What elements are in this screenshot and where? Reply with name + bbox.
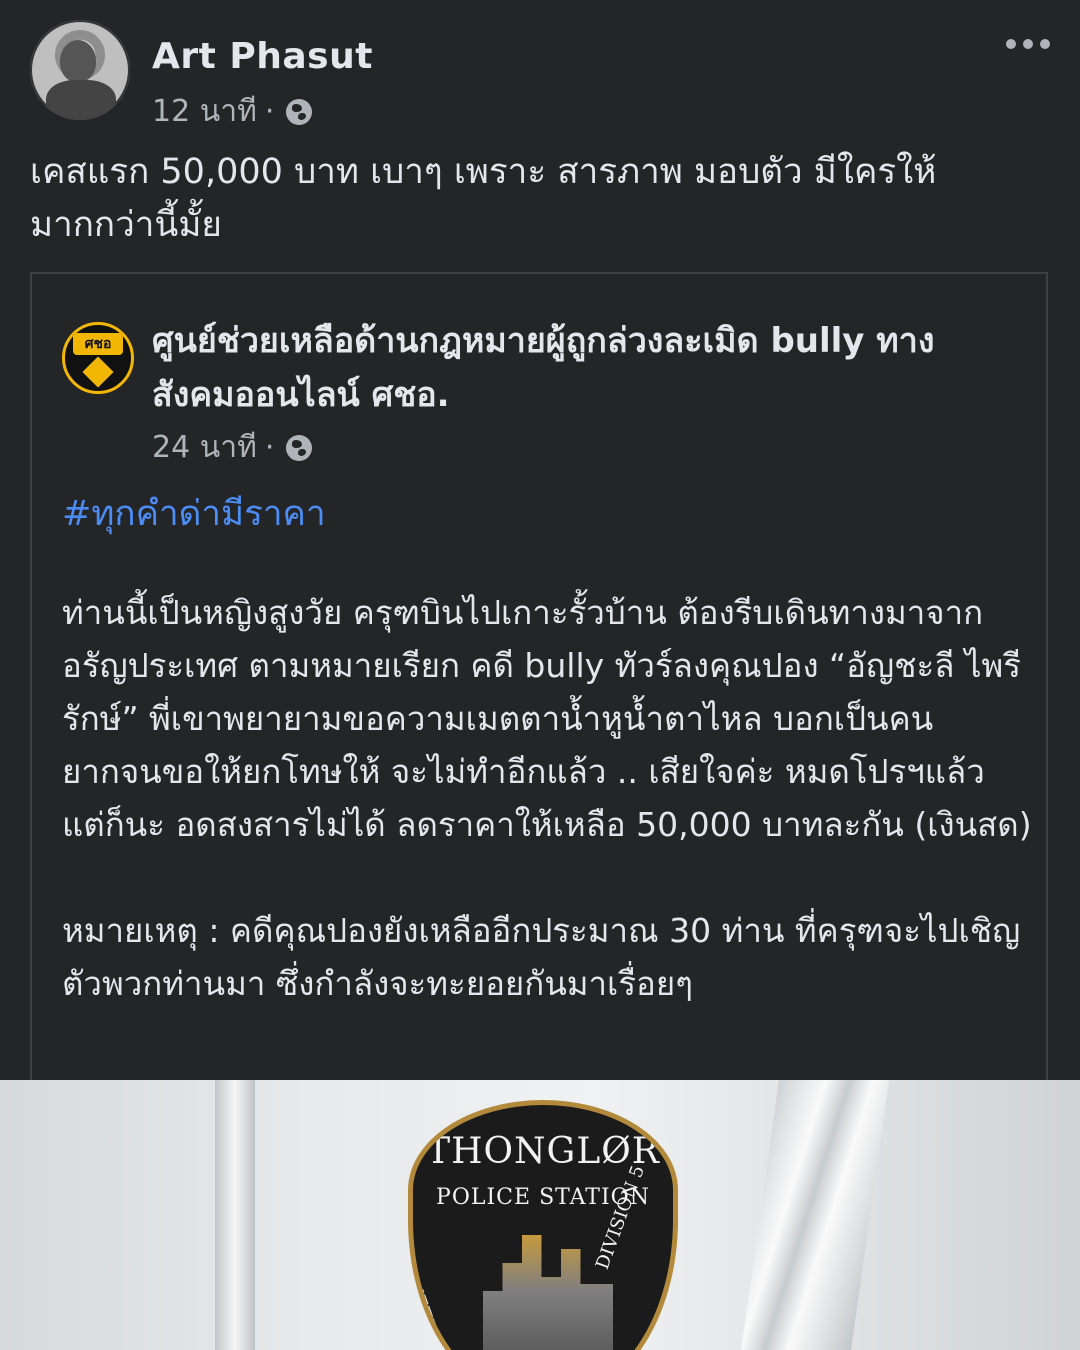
badge-left-text: METROPO (408, 1275, 455, 1350)
door-frame (215, 1080, 255, 1350)
globe-icon[interactable] (286, 434, 313, 461)
meta-separator: · (264, 430, 275, 465)
shared-meta: 24 นาที · (152, 424, 313, 471)
hashtag-link[interactable]: #ทุกคำด่ามีราคา (62, 486, 326, 541)
post-time[interactable]: 12 นาที (152, 88, 257, 135)
shared-post[interactable]: ศชอ ศูนย์ช่วยเหลือด้านกฎหมายผู้ถูกล่วงละ… (30, 272, 1048, 1092)
author-avatar[interactable] (30, 20, 130, 120)
police-badge: THONGLØR POLICE STATION METROPO DIVISION… (408, 1100, 678, 1350)
facebook-post-page: Art Phasut 12 นาที · เคสแรก 50,000 บาท เ… (0, 0, 1080, 1350)
logo-emblem-icon (82, 356, 114, 388)
post-header: Art Phasut 12 นาที · (30, 20, 1050, 129)
badge-right-text: DIVISION 5 (592, 1162, 650, 1273)
post-photo[interactable]: THONGLØR POLICE STATION METROPO DIVISION… (0, 1080, 1080, 1350)
meta-separator: · (264, 94, 275, 129)
city-skyline-icon (483, 1235, 613, 1350)
globe-icon[interactable] (286, 98, 313, 125)
shared-page-name[interactable]: ศูนย์ช่วยเหลือด้านกฎหมายผู้ถูกล่วงละเมิด… (152, 314, 1012, 422)
author-name[interactable]: Art Phasut (152, 36, 373, 77)
dot-icon (1040, 39, 1050, 49)
shared-body: ท่านนี้เป็นหญิงสูงวัย ครุฑบินไปเกาะรั้วบ… (62, 586, 1032, 1010)
shared-paragraph: ท่านนี้เป็นหญิงสูงวัย ครุฑบินไปเกาะรั้วบ… (62, 593, 1032, 844)
dot-icon (1006, 39, 1016, 49)
door-frame (741, 1080, 889, 1350)
post-text: เคสแรก 50,000 บาท เบาๆ เพราะ สารภาพ มอบต… (30, 152, 937, 245)
shared-note: หมายเหตุ : คดีคุณปองยังเหลืออีกประมาณ 30… (62, 911, 1021, 1003)
dot-icon (1023, 39, 1033, 49)
more-options-icon[interactable] (1006, 34, 1050, 54)
shared-time[interactable]: 24 นาที (152, 424, 257, 471)
shared-page-avatar[interactable]: ศชอ (62, 322, 134, 394)
post-meta: 12 นาที · (152, 88, 313, 135)
page-logo-text: ศชอ (73, 333, 123, 355)
